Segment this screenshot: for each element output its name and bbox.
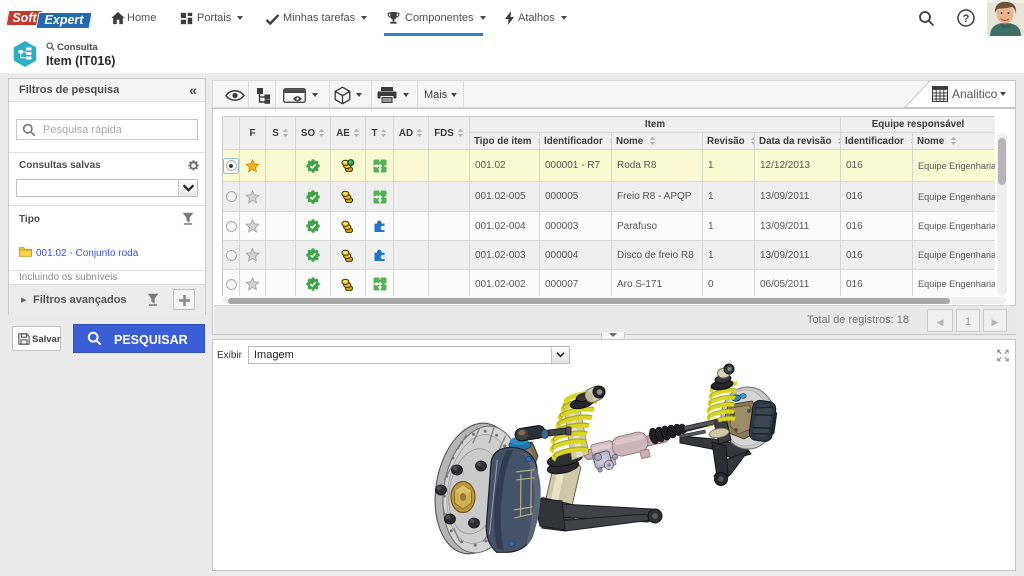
svg-text:?: ? xyxy=(963,13,970,25)
